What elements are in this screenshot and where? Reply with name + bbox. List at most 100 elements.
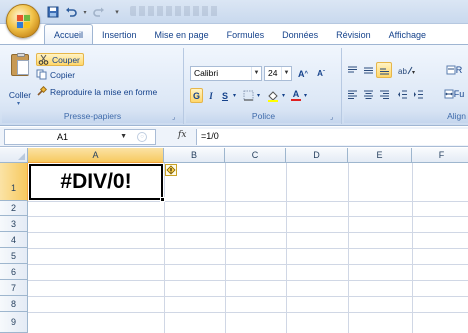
undo-dropdown-icon[interactable]: ▾ [82, 5, 88, 19]
alignment-group: ab ▾ R Fu Align [344, 48, 468, 124]
copy-button[interactable]: Copier [36, 68, 75, 81]
font-size-dropdown-icon: ▼ [281, 67, 291, 80]
bold-button[interactable]: G [190, 88, 203, 103]
copy-label: Copier [50, 69, 76, 80]
underline-button[interactable]: S [219, 88, 231, 103]
grow-font-button[interactable]: A ^ [296, 66, 310, 81]
column-header-e[interactable]: E [348, 148, 412, 163]
column-header-f[interactable]: F [412, 148, 468, 163]
office-button[interactable] [6, 4, 40, 38]
align-center-button[interactable] [360, 86, 376, 102]
row-header-2[interactable]: 2 [0, 201, 28, 216]
column-header-a[interactable]: A [28, 148, 164, 163]
row-header-1[interactable]: 1 [0, 163, 28, 201]
tab-mise-en-page[interactable]: Mise en page [146, 26, 218, 44]
tab-affichage[interactable]: Affichage [380, 26, 435, 44]
row-header-3[interactable]: 3 [0, 216, 28, 232]
wrap-text-label: R [455, 65, 463, 75]
row-header-6[interactable]: 6 [0, 264, 28, 280]
align-center-icon [363, 90, 373, 99]
column-header-c[interactable]: C [225, 148, 286, 163]
window-title-blurred [130, 6, 220, 16]
column-header-d[interactable]: D [286, 148, 348, 163]
gridline [28, 264, 468, 265]
font-name-combo[interactable]: Calibri ▼ [190, 66, 262, 81]
tab-insertion[interactable]: Insertion [93, 26, 146, 44]
italic-button[interactable]: I [205, 88, 217, 103]
align-bottom-button[interactable] [376, 62, 392, 78]
cell-a1[interactable]: #DIV/0! [29, 164, 165, 202]
paste-icon [11, 53, 29, 76]
redo-icon[interactable] [92, 5, 106, 19]
undo-icon[interactable] [64, 5, 78, 19]
paste-button[interactable]: Coller ▾ [6, 52, 34, 107]
title-bar: ▾ ▾ [0, 0, 468, 24]
gridline [28, 216, 468, 217]
align-right-button[interactable] [376, 86, 392, 102]
align-left-button[interactable] [344, 86, 360, 102]
error-smart-tag-icon[interactable] [165, 164, 177, 176]
tab-accueil[interactable]: Accueil [44, 24, 94, 44]
tab-formules[interactable]: Formules [218, 26, 274, 44]
border-dropdown-icon[interactable]: ▾ [255, 88, 262, 103]
font-color-dropdown-icon[interactable]: ▾ [302, 88, 309, 103]
customize-toolbar-icon[interactable]: ▾ [110, 5, 124, 19]
fill-color-button[interactable] [266, 88, 280, 103]
font-name-value: Calibri [194, 68, 219, 78]
paste-dropdown-icon[interactable]: ▾ [17, 100, 20, 107]
font-launcher-icon[interactable]: ⌟ [330, 114, 338, 122]
wrap-text-button[interactable]: R [442, 62, 466, 78]
orientation-button[interactable]: ab ▾ [396, 62, 418, 78]
font-group: Calibri ▼ 24 ▼ A ^ Aˇ G I S ▾ ▾ ▾ A ▾ Po… [186, 48, 342, 124]
select-all-corner[interactable] [0, 148, 28, 163]
row-header-8[interactable]: 8 [0, 296, 28, 312]
format-painter-button[interactable]: Reproduire la mise en forme [36, 85, 157, 98]
tab-donnees[interactable]: Données [273, 26, 327, 44]
font-color-button[interactable]: A [290, 88, 302, 103]
format-painter-label: Reproduire la mise en forme [50, 86, 158, 97]
fill-handle[interactable] [160, 197, 165, 202]
fill-color-dropdown-icon[interactable]: ▾ [280, 88, 287, 103]
clipboard-launcher-icon[interactable]: ⌟ [172, 114, 180, 122]
insert-function-button[interactable]: fx [178, 130, 186, 140]
font-color-label: A [292, 89, 300, 99]
row-header-4[interactable]: 4 [0, 232, 28, 248]
align-top-button[interactable] [344, 62, 360, 78]
increase-indent-button[interactable] [410, 86, 426, 102]
merge-center-button[interactable]: Fu [442, 86, 466, 102]
cut-label: Couper [52, 54, 80, 65]
paste-label: Coller [8, 90, 32, 100]
tab-revision[interactable]: Révision [327, 26, 380, 44]
worksheet-grid[interactable]: A B C D E F 1 2 3 4 5 6 7 8 9 #DIV/0! [0, 148, 468, 333]
row-header-5[interactable]: 5 [0, 248, 28, 264]
row-header-9[interactable]: 9 [0, 312, 28, 333]
align-bottom-icon [379, 68, 389, 74]
save-icon[interactable] [46, 5, 60, 19]
align-middle-icon [363, 67, 373, 73]
row-header-7[interactable]: 7 [0, 280, 28, 296]
align-middle-button[interactable] [360, 62, 376, 78]
cut-button[interactable]: Couper [36, 53, 84, 66]
wrap-text-icon [446, 65, 456, 75]
shrink-font-button[interactable]: Aˇ [314, 66, 328, 81]
gridline [28, 296, 468, 297]
increase-indent-icon [413, 90, 423, 98]
clipboard-group: Coller ▾ Couper Copier Reproduire la mis… [2, 48, 184, 124]
name-box-value: A1 [57, 132, 69, 142]
align-right-icon [379, 90, 389, 99]
name-box[interactable]: A1 ▼ ○ [4, 129, 156, 145]
formula-input[interactable]: =1/0 [196, 129, 468, 145]
name-box-dropdown-icon[interactable]: ▼ [120, 130, 127, 144]
merge-center-icon [444, 89, 454, 99]
underline-dropdown-icon[interactable]: ▾ [231, 88, 238, 103]
font-size-combo[interactable]: 24 ▼ [264, 66, 292, 81]
fill-bucket-icon [268, 90, 278, 102]
clipboard-group-label: Presse-papiers [2, 111, 183, 123]
decrease-indent-button[interactable] [394, 86, 410, 102]
gridline [28, 201, 468, 202]
italic-label: I [209, 90, 213, 101]
border-button[interactable] [241, 88, 255, 103]
orientation-icon: ab ▾ [398, 66, 415, 75]
scissors-icon [38, 54, 49, 65]
column-header-b[interactable]: B [164, 148, 225, 163]
